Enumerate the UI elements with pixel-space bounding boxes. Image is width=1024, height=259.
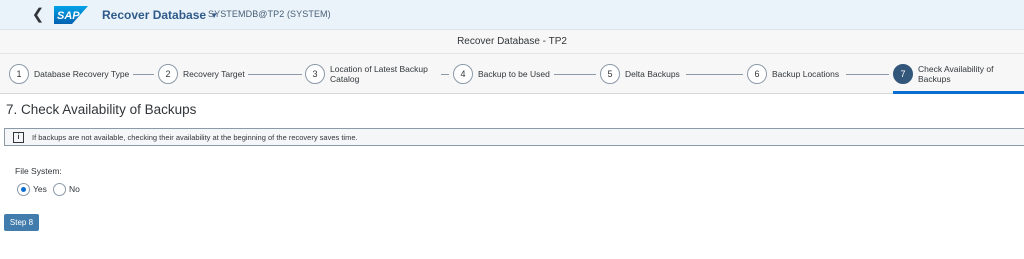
step-connector xyxy=(846,74,889,75)
page-title: Recover Database - TP2 xyxy=(457,36,567,47)
app-title-menu[interactable]: Recover Database ▼ xyxy=(102,8,218,22)
radio-selected-dot xyxy=(21,187,26,192)
step-label: Check Availability of Backups xyxy=(918,64,994,84)
step-connector xyxy=(441,74,449,75)
step-number: 7 xyxy=(893,64,913,84)
next-step-button[interactable]: Step 8 xyxy=(4,214,39,231)
radio-button[interactable] xyxy=(53,183,66,196)
shell-bar: ❮ SAP Recover Database ▼ SYSTEMDB@TP2 (SY… xyxy=(0,0,1024,30)
wizard-progress: 1 Database Recovery Type 2 Recovery Targ… xyxy=(0,54,1024,94)
sub-header: Recover Database - TP2 xyxy=(0,30,1024,54)
radio-button[interactable] xyxy=(17,183,30,196)
step-number: 3 xyxy=(305,64,325,84)
radio-label: No xyxy=(69,184,80,194)
active-step-indicator xyxy=(893,91,1024,94)
step-label: Backup to be Used xyxy=(478,69,550,79)
chevron-left-icon[interactable]: ❮ xyxy=(30,7,46,23)
step-number: 4 xyxy=(453,64,473,84)
step-connector xyxy=(248,74,302,75)
app-title: Recover Database xyxy=(102,8,207,22)
step-number: 2 xyxy=(158,64,178,84)
radio-label: Yes xyxy=(33,184,47,194)
step-label: Database Recovery Type xyxy=(34,69,130,79)
svg-text:SAP: SAP xyxy=(57,10,80,22)
step-number: 5 xyxy=(600,64,620,84)
sap-logo[interactable]: SAP xyxy=(54,6,88,24)
step-label: Delta Backups xyxy=(625,69,680,79)
step-heading: 7. Check Availability of Backups xyxy=(6,102,197,117)
info-strip: i If backups are not available, checking… xyxy=(4,128,1024,146)
system-label: SYSTEMDB@TP2 (SYSTEM) xyxy=(208,9,331,19)
step-label: Backup Locations xyxy=(772,69,840,79)
step-connector xyxy=(686,74,743,75)
step-label: Location of Latest Backup Catalog xyxy=(330,64,428,84)
step-connector xyxy=(133,74,154,75)
step-number: 1 xyxy=(9,64,29,84)
info-message: If backups are not available, checking t… xyxy=(32,133,358,142)
step-connector xyxy=(554,74,596,75)
file-system-label: File System: xyxy=(15,166,62,176)
info-icon: i xyxy=(13,132,24,143)
step-number: 6 xyxy=(747,64,767,84)
step-label: Recovery Target xyxy=(183,69,245,79)
